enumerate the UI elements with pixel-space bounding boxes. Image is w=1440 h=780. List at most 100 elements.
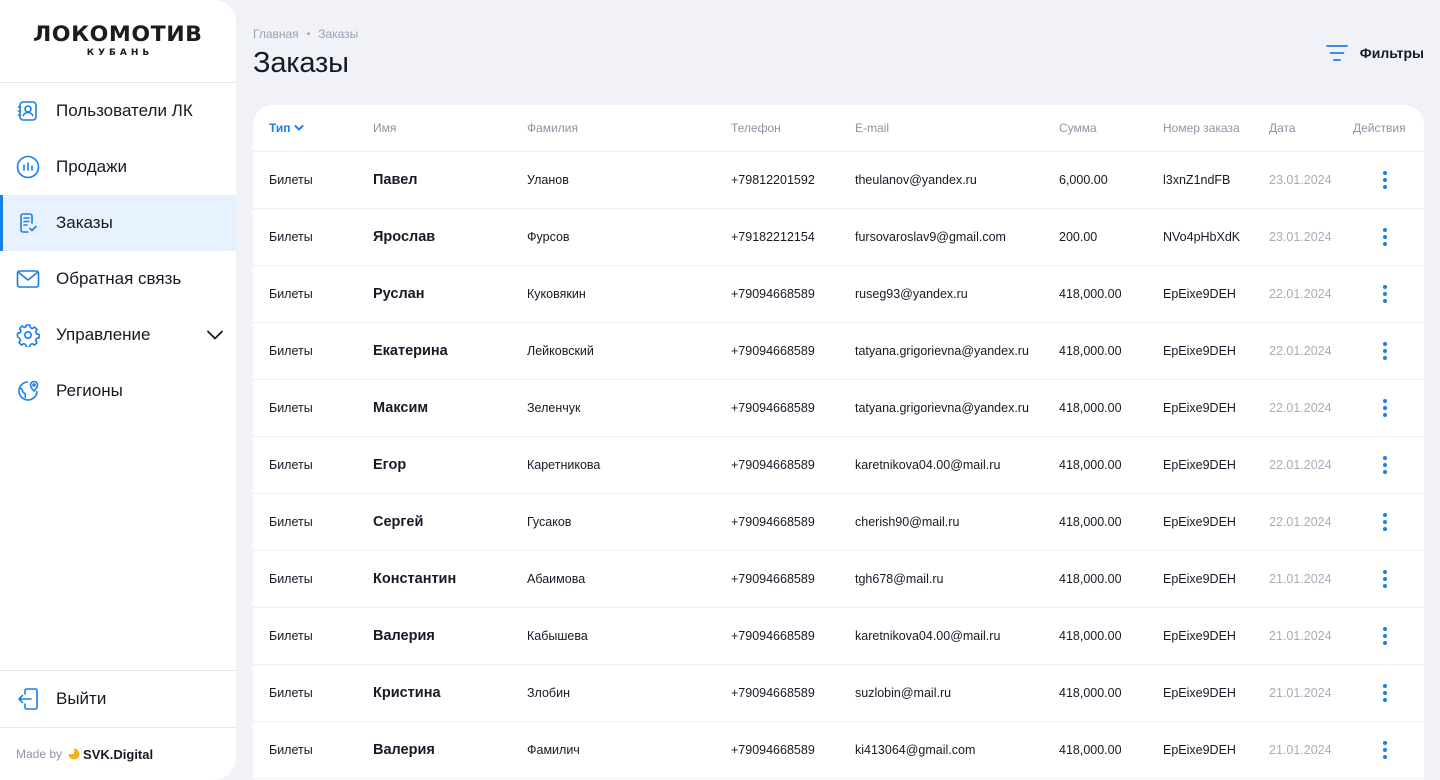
cell-sum: 418,000.00 bbox=[1059, 287, 1122, 301]
logout-label: Выйти bbox=[56, 689, 107, 708]
filters-button[interactable]: Фильтры bbox=[1325, 42, 1424, 64]
cell-name: Валерия bbox=[373, 742, 435, 758]
table-row[interactable]: Билеты Валерия Фамилич +79094668589 ki413064… bbox=[253, 722, 1424, 779]
column-header-date[interactable]: Дата bbox=[1269, 121, 1296, 135]
orders-table: Тип Имя Фамилия Телефон E-mail Сумма Ном… bbox=[253, 105, 1424, 780]
column-header-email[interactable]: E-mail bbox=[855, 121, 889, 135]
table-row[interactable]: Билеты Максим Зеленчук +79094668589 tatyana.… bbox=[253, 380, 1424, 437]
cell-phone: +79094668589 bbox=[731, 686, 815, 700]
table-row[interactable]: Билеты Кристина Злобин +79094668589 suzlobin… bbox=[253, 665, 1424, 722]
cell-sum: 418,000.00 bbox=[1059, 686, 1122, 700]
table-row[interactable]: Билеты Павел Уланов +79812201592 theulanov@y… bbox=[253, 152, 1424, 209]
column-header-name[interactable]: Имя bbox=[373, 121, 396, 135]
svk-logo-icon bbox=[68, 748, 80, 760]
cell-type: Билеты bbox=[269, 572, 313, 586]
cell-email: suzlobin@mail.ru bbox=[855, 686, 952, 700]
cell-sum: 418,000.00 bbox=[1059, 458, 1122, 472]
sidebar-item-label: Регионы bbox=[56, 381, 123, 400]
more-actions-icon[interactable] bbox=[1379, 284, 1391, 304]
cell-name: Павел bbox=[373, 172, 418, 188]
cell-order-number: l3xnZ1ndFB bbox=[1163, 173, 1231, 187]
cell-sum: 418,000.00 bbox=[1059, 515, 1122, 529]
chevron-down-icon bbox=[294, 125, 303, 131]
sidebar: ЛОКОМОТИВ КУБАНЬ Пользователи ЛК Продажи… bbox=[0, 0, 236, 780]
table-row[interactable]: Билеты Егор Каретникова +79094668589 karetni… bbox=[253, 437, 1424, 494]
table-row[interactable]: Билеты Константин Абаимова +79094668589 tgh6… bbox=[253, 551, 1424, 608]
cell-email: theulanov@yandex.ru bbox=[855, 173, 977, 187]
cell-order-number: EpEixe9DEH bbox=[1163, 572, 1236, 586]
cell-type: Билеты bbox=[269, 401, 313, 415]
sidebar-item-feedback[interactable]: Обратная связь bbox=[0, 251, 236, 307]
cell-email: tatyana.grigorievna@yandex.ru bbox=[855, 401, 1029, 415]
cell-surname: Лейковский bbox=[527, 344, 594, 358]
column-header-type[interactable]: Тип bbox=[269, 121, 304, 135]
more-actions-icon[interactable] bbox=[1379, 227, 1391, 247]
cell-type: Билеты bbox=[269, 743, 313, 757]
table-row[interactable]: Билеты Валерия Кабышева +79094668589 karetni… bbox=[253, 608, 1424, 665]
more-actions-icon[interactable] bbox=[1379, 455, 1391, 475]
cell-phone: +79094668589 bbox=[731, 743, 815, 757]
cell-sum: 418,000.00 bbox=[1059, 629, 1122, 643]
chart-circle-icon bbox=[16, 155, 40, 179]
cell-phone: +79094668589 bbox=[731, 515, 815, 529]
cell-name: Сергей bbox=[373, 514, 424, 530]
more-actions-icon[interactable] bbox=[1379, 398, 1391, 418]
cell-type: Билеты bbox=[269, 629, 313, 643]
cell-email: ki413064@gmail.com bbox=[855, 743, 976, 757]
table-row[interactable]: Билеты Руслан Куковякин +79094668589 ruseg93… bbox=[253, 266, 1424, 323]
sidebar-item-sales[interactable]: Продажи bbox=[0, 139, 236, 195]
sidebar-item-users[interactable]: Пользователи ЛК bbox=[0, 83, 236, 139]
cell-phone: +79094668589 bbox=[731, 401, 815, 415]
cell-surname: Куковякин bbox=[527, 287, 586, 301]
made-by-credit: Made by SVK.Digital bbox=[0, 727, 236, 780]
cell-date: 23.01.2024 bbox=[1269, 230, 1332, 244]
cell-surname: Абаимова bbox=[527, 572, 586, 586]
brand-logo[interactable]: ЛОКОМОТИВ КУБАНЬ bbox=[0, 0, 236, 83]
column-header-surname[interactable]: Фамилия bbox=[527, 121, 578, 135]
cell-email: ruseg93@yandex.ru bbox=[855, 287, 968, 301]
more-actions-icon[interactable] bbox=[1379, 512, 1391, 532]
cell-email: tgh678@mail.ru bbox=[855, 572, 944, 586]
cell-order-number: EpEixe9DEH bbox=[1163, 344, 1236, 358]
column-header-sum[interactable]: Сумма bbox=[1059, 121, 1097, 135]
cell-order-number: EpEixe9DEH bbox=[1163, 515, 1236, 529]
cell-name: Екатерина bbox=[373, 343, 448, 359]
more-actions-icon[interactable] bbox=[1379, 740, 1391, 760]
made-by-text: Made by bbox=[16, 747, 63, 761]
chevron-down-icon[interactable] bbox=[206, 326, 224, 349]
sidebar-item-management[interactable]: Управление bbox=[0, 307, 236, 363]
table-row[interactable]: Билеты Сергей Гусаков +79094668589 cherish90… bbox=[253, 494, 1424, 551]
cell-surname: Зеленчук bbox=[527, 401, 581, 415]
sidebar-item-orders[interactable]: Заказы bbox=[0, 195, 236, 251]
cell-surname: Кабышева bbox=[527, 629, 588, 643]
cell-sum: 418,000.00 bbox=[1059, 401, 1122, 415]
breadcrumb-separator: • bbox=[306, 28, 311, 40]
more-actions-icon[interactable] bbox=[1379, 683, 1391, 703]
column-header-phone[interactable]: Телефон bbox=[731, 121, 781, 135]
more-actions-icon[interactable] bbox=[1379, 170, 1391, 190]
cell-type: Билеты bbox=[269, 515, 313, 529]
cell-order-number: EpEixe9DEH bbox=[1163, 686, 1236, 700]
more-actions-icon[interactable] bbox=[1379, 341, 1391, 361]
logout-button[interactable]: Выйти bbox=[0, 670, 236, 727]
cell-phone: +79094668589 bbox=[731, 344, 815, 358]
breadcrumb-current: Заказы bbox=[318, 27, 359, 41]
more-actions-icon[interactable] bbox=[1379, 626, 1391, 646]
envelope-icon bbox=[16, 267, 40, 291]
cell-order-number: EpEixe9DEH bbox=[1163, 401, 1236, 415]
breadcrumb-home[interactable]: Главная bbox=[253, 27, 299, 41]
table-row[interactable]: Билеты Екатерина Лейковский +79094668589 tat… bbox=[253, 323, 1424, 380]
column-header-order-number[interactable]: Номер заказа bbox=[1163, 121, 1240, 135]
sidebar-item-regions[interactable]: Регионы bbox=[0, 363, 236, 419]
cell-phone: +79182212154 bbox=[731, 230, 815, 244]
cell-surname: Гусаков bbox=[527, 515, 572, 529]
user-card-icon bbox=[16, 99, 40, 123]
cell-name: Руслан bbox=[373, 286, 425, 302]
cell-sum: 6,000.00 bbox=[1059, 173, 1108, 187]
cell-type: Билеты bbox=[269, 287, 313, 301]
more-actions-icon[interactable] bbox=[1379, 569, 1391, 589]
cell-phone: +79094668589 bbox=[731, 287, 815, 301]
sidebar-item-label: Обратная связь bbox=[56, 269, 182, 288]
svk-digital-link[interactable]: SVK.Digital bbox=[68, 747, 153, 762]
table-row[interactable]: Билеты Ярослав Фурсов +79182212154 fursovaro… bbox=[253, 209, 1424, 266]
